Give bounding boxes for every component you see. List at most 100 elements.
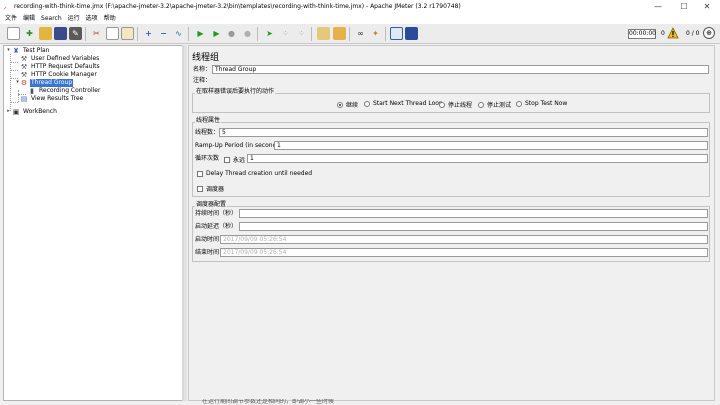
reset-search-icon[interactable]: ✦ (369, 27, 382, 40)
save-icon[interactable] (54, 27, 67, 40)
delay-thread-creation-checkbox[interactable]: Delay Thread creation until needed (197, 170, 312, 177)
end-time-field[interactable]: 2017/09/09 05:26:54 (220, 248, 708, 257)
radio-stop-test[interactable]: 停止测试 (478, 100, 511, 109)
radio-stop-test-now[interactable]: Stop Test Now (516, 100, 567, 107)
window-title: recording-with-think-time.jmx (F:\apache… (14, 3, 461, 10)
expand-toggle-icon[interactable]: ▸ (6, 109, 11, 114)
end-time-label: 结束时间 (195, 249, 220, 256)
tree-line (10, 62, 18, 63)
collapse-toggle-icon[interactable]: ▾ (6, 48, 11, 53)
test-plan-tree: ▾ ♜ Test Plan ⚒ User Defined Variables ⚒… (3, 45, 183, 401)
radio-dot (337, 101, 343, 108)
rampup-label: Ramp-Up Period (in seconds): (195, 142, 284, 149)
tree-line (10, 70, 18, 71)
function-helper-icon[interactable] (390, 27, 403, 40)
toggle-icon[interactable]: ∿ (172, 27, 185, 40)
start-no-pause-icon[interactable]: ▶ (210, 27, 223, 40)
split-pane-divider[interactable] (184, 45, 187, 401)
save-as-icon[interactable]: ✎ (69, 27, 82, 40)
templates-icon[interactable]: ✚ (23, 27, 36, 40)
menu-edit[interactable]: 编辑 (23, 13, 35, 24)
checkbox-box (197, 185, 203, 192)
loop-count-field[interactable]: 1 (247, 154, 708, 163)
open-icon[interactable] (39, 27, 52, 40)
elapsed-timer: 00:00:00 (628, 29, 656, 39)
remote-shutdown-icon[interactable]: ⁘ (295, 27, 308, 40)
test-plan-icon: ♜ (12, 46, 20, 55)
clear-icon[interactable] (317, 27, 330, 40)
menu-run[interactable]: 运行 (68, 13, 80, 24)
startup-delay-field[interactable] (239, 222, 708, 231)
tree-node-view-results-tree[interactable]: ▤ View Results Tree (20, 94, 84, 103)
radio-dot (516, 100, 522, 107)
menu-file[interactable]: 文件 (5, 13, 17, 24)
remote-start-icon[interactable]: ➤ (263, 27, 276, 40)
startup-delay-label: 启动延迟（秒） (195, 223, 238, 230)
toolbar-separator (385, 27, 386, 41)
error-action-title: 在取样器错误后要执行的动作 (195, 88, 276, 96)
name-field[interactable]: Thread Group (212, 65, 709, 74)
menu-help[interactable]: 帮助 (104, 13, 116, 24)
shutdown-icon[interactable]: ● (241, 27, 254, 40)
scheduler-config-title: 调度器配置 (195, 201, 228, 209)
rampup-field[interactable]: 1 (274, 141, 708, 150)
start-time-field[interactable]: 2017/09/09 05:26:54 (220, 235, 708, 244)
start-icon[interactable]: ▶ (194, 27, 207, 40)
toolbar: ✚ ✎ ✂ + − ∿ ▶ ▶ ● ● ➤ ⁘ ⁘ ∞ ✦ 00:00:00 0 (0, 24, 720, 44)
thread-properties-title: 线程属性 (195, 117, 222, 125)
new-icon[interactable] (7, 27, 20, 40)
duration-field[interactable] (239, 209, 708, 218)
panel-title: 线程组 (192, 53, 220, 63)
radio-stop-thread[interactable]: 停止线程 (439, 100, 472, 109)
comment-label: 注释： (193, 77, 212, 84)
threads-field[interactable]: 5 (219, 128, 708, 137)
loop-count-label: 循环次数 (195, 155, 220, 162)
remote-stop-icon[interactable]: ⁘ (279, 27, 292, 40)
stop-icon[interactable]: ● (225, 27, 238, 40)
globe-icon[interactable]: ⊕ (703, 27, 715, 39)
search-icon[interactable]: ∞ (354, 27, 367, 40)
tree-node-workbench[interactable]: ▣ WorkBench (12, 107, 58, 116)
expand-icon[interactable]: + (142, 27, 155, 40)
radio-start-next-thread-loop[interactable]: Start Next Thread Loop (364, 100, 443, 107)
error-count: 0 (661, 30, 665, 37)
help-icon[interactable] (405, 27, 418, 40)
checkbox-box (224, 156, 230, 163)
jmeter-feather-icon: ⸝ (3, 1, 7, 11)
toolbar-separator (85, 27, 86, 41)
clear-all-icon[interactable] (333, 27, 346, 40)
radio-dot (439, 101, 445, 108)
start-time-label: 启动时间 (195, 236, 220, 243)
name-label: 名称： (193, 66, 212, 73)
listener-icon: ▤ (20, 94, 28, 103)
toolbar-separator (349, 27, 350, 41)
radio-dot (478, 101, 484, 108)
tree-line (10, 102, 18, 103)
collapse-icon[interactable]: − (157, 27, 170, 40)
radio-continue[interactable]: 继续 (337, 100, 358, 109)
status-text: 在运行期间调节参数还是相同的，即调小一些时候 (202, 399, 335, 405)
paste-icon[interactable] (121, 27, 134, 40)
toolbar-separator (137, 27, 138, 41)
menu-search[interactable]: Search (41, 13, 62, 24)
warning-icon[interactable] (667, 27, 679, 39)
close-button[interactable]: ✕ (694, 0, 720, 13)
tree-line (18, 90, 19, 102)
scheduler-checkbox[interactable]: 调度器 (197, 184, 224, 193)
checkbox-box (197, 170, 203, 177)
toolbar-separator (311, 27, 312, 41)
radio-dot (364, 100, 370, 107)
duration-label: 持续时间（秒） (195, 210, 238, 217)
toolbar-separator (188, 27, 189, 41)
workbench-icon: ▣ (12, 107, 20, 116)
threads-label: 线程数： (195, 129, 220, 136)
forever-checkbox[interactable]: 永远 (224, 155, 245, 164)
menu-options[interactable]: 选项 (86, 13, 98, 24)
toolbar-separator (257, 27, 258, 41)
minimize-button[interactable]: — (645, 0, 671, 13)
thread-group-icon: ⚙ (20, 78, 28, 87)
jmeter-window: ⸝ recording-with-think-time.jmx (F:\apac… (0, 0, 720, 405)
cut-icon[interactable]: ✂ (90, 27, 103, 40)
copy-icon[interactable] (106, 27, 119, 40)
comment-field[interactable] (212, 76, 709, 85)
